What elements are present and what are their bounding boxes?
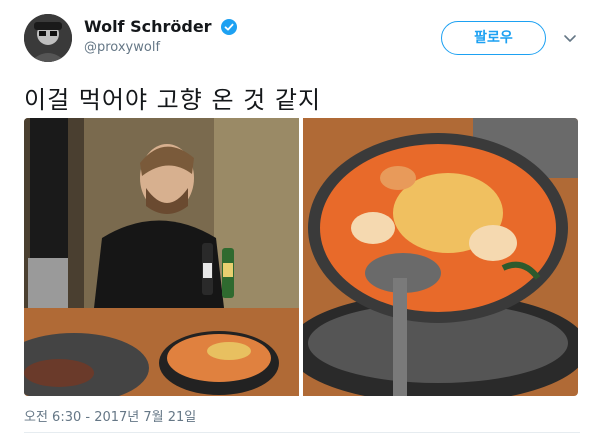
avatar[interactable]	[24, 14, 72, 62]
user-name-block: Wolf Schröder @proxywolf	[84, 16, 237, 55]
photo-man-with-budae-jjigae-icon	[24, 118, 299, 396]
photo-man-with-budae-jjigae[interactable]	[24, 118, 299, 396]
tweet-timestamp[interactable]: 오전 6:30 - 2017년 7월 21일	[24, 406, 196, 425]
follow-button[interactable]: 팔로우	[441, 21, 546, 55]
tweet-text: 이걸 먹어야 고향 온 것 같지	[24, 86, 322, 114]
user-handle[interactable]: @proxywolf	[84, 40, 237, 55]
photo-budae-jjigae-closeup-icon	[303, 118, 578, 396]
divider	[24, 432, 580, 433]
verified-badge-icon	[220, 18, 237, 35]
display-name[interactable]: Wolf Schröder	[84, 17, 212, 36]
photo-budae-jjigae-closeup[interactable]	[303, 118, 578, 396]
tweet-header: Wolf Schröder @proxywolf 팔로우	[24, 14, 580, 66]
chevron-down-icon[interactable]	[562, 30, 578, 46]
media-grid	[24, 118, 578, 396]
avatar-image-icon	[24, 14, 72, 62]
